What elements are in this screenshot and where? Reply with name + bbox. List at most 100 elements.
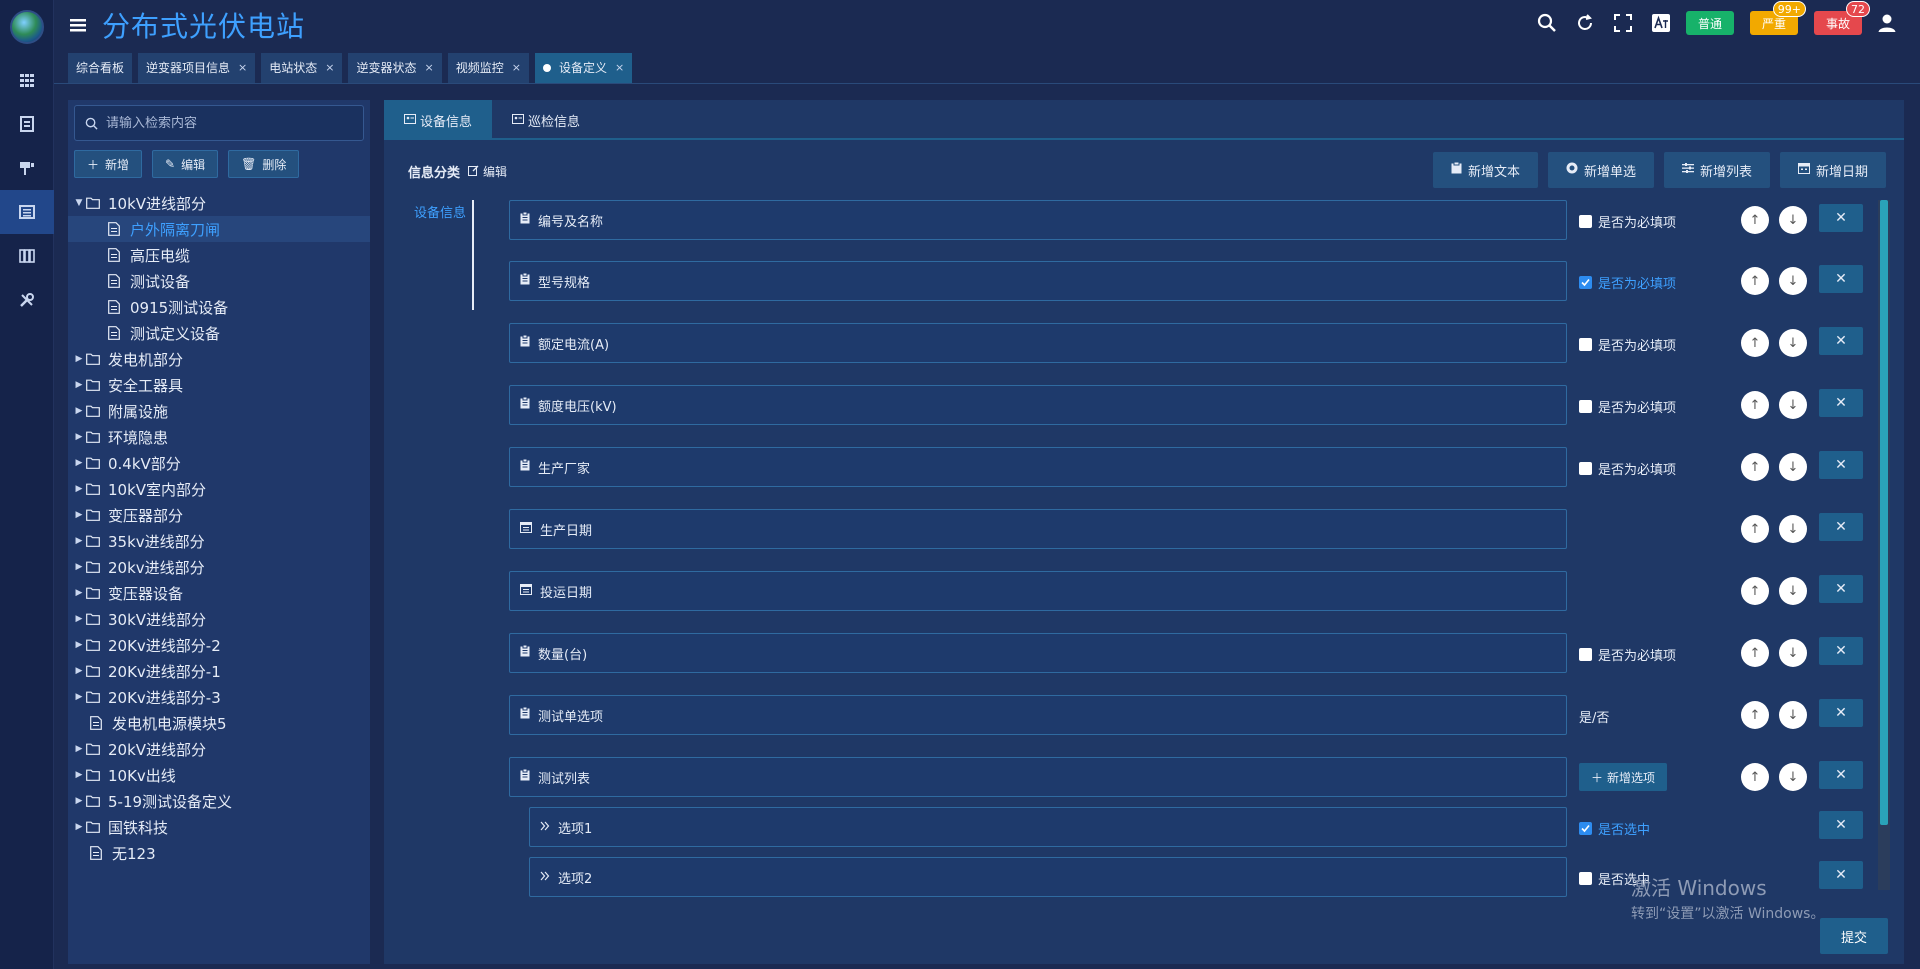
move-up-arrow-icon[interactable]: ↑ — [1741, 329, 1769, 357]
tab-close-icon[interactable]: × — [615, 61, 624, 74]
tree-node[interactable]: ▶ 20Kv进线部分-2 — [68, 632, 370, 658]
nav-report-icon[interactable] — [0, 102, 54, 146]
move-up-arrow-icon[interactable]: ↑ — [1741, 763, 1769, 791]
move-down-arrow-icon[interactable]: ↓ — [1779, 453, 1807, 481]
tree-node[interactable]: ▶ 5-19测试设备定义 — [68, 788, 370, 814]
checkbox-checked-icon[interactable] — [1579, 822, 1592, 835]
field-input-box[interactable]: 测试列表 — [509, 757, 1567, 797]
delete-field-close-icon[interactable]: ✕ — [1819, 811, 1863, 839]
tree-node[interactable]: ▶ 附属设施 — [68, 398, 370, 424]
tree-node[interactable]: ▶ 30kV进线部分 — [68, 606, 370, 632]
delete-field-close-icon[interactable]: ✕ — [1819, 204, 1863, 232]
hamburger-menu-icon[interactable] — [70, 17, 88, 33]
checkbox-empty-icon[interactable] — [1579, 400, 1592, 413]
tree-node[interactable]: ▶ 20kv进线部分 — [68, 554, 370, 580]
caret-right-icon[interactable]: ▶ — [72, 822, 86, 832]
required-checkbox[interactable]: 是否选中 — [1579, 819, 1650, 838]
tree-edit-button[interactable]: ✎ 编辑 — [152, 150, 219, 178]
tree-node[interactable]: 发电机电源模块5 — [68, 710, 370, 736]
checkbox-empty-icon[interactable] — [1579, 462, 1592, 475]
move-down-arrow-icon[interactable]: ↓ — [1779, 267, 1807, 295]
delete-field-close-icon[interactable]: ✕ — [1819, 575, 1863, 603]
alert-severe-button[interactable]: 严重 99+ — [1749, 1, 1806, 35]
tab-inspection-info[interactable]: 巡检信息 — [492, 100, 600, 140]
required-checkbox[interactable]: 是否为必填项 — [1579, 645, 1676, 664]
tree-node[interactable]: ▼ 10kV进线部分 — [68, 190, 370, 216]
required-checkbox[interactable]: 是否为必填项 — [1579, 273, 1676, 292]
move-down-arrow-icon[interactable]: ↓ — [1779, 639, 1807, 667]
caret-down-icon[interactable]: ▼ — [72, 198, 86, 208]
tree-node[interactable]: ▶ 发电机部分 — [68, 346, 370, 372]
caret-right-icon[interactable]: ▶ — [72, 354, 86, 364]
caret-right-icon[interactable]: ▶ — [72, 536, 86, 546]
caret-right-icon[interactable]: ▶ — [72, 432, 86, 442]
move-up-arrow-icon[interactable]: ↑ — [1741, 515, 1769, 543]
search-icon[interactable] — [1534, 10, 1560, 36]
category-edit-button[interactable]: 编辑 — [468, 163, 507, 180]
checkbox-empty-icon[interactable] — [1579, 872, 1592, 885]
caret-right-icon[interactable]: ▶ — [72, 484, 86, 494]
alert-accident-button[interactable]: 事故 72 — [1813, 1, 1870, 35]
move-up-arrow-icon[interactable]: ↑ — [1741, 701, 1769, 729]
tab-3[interactable]: 逆变器状态 × — [348, 52, 442, 83]
tree-add-button[interactable]: ＋ 新增 — [74, 150, 143, 178]
tree-node[interactable]: ▶ 安全工器具 — [68, 372, 370, 398]
tree-node[interactable]: ▶ 国铁科技 — [68, 814, 370, 840]
caret-right-icon[interactable]: ▶ — [72, 458, 86, 468]
tree-delete-button[interactable]: 🗑 删除 — [228, 150, 300, 178]
delete-field-close-icon[interactable]: ✕ — [1819, 265, 1863, 293]
tab-close-icon[interactable]: × — [325, 61, 334, 74]
tab-device-info[interactable]: 设备信息 — [384, 100, 493, 140]
field-input-box[interactable]: 生产日期 — [509, 509, 1567, 549]
delete-field-close-icon[interactable]: ✕ — [1819, 761, 1863, 789]
tree-node[interactable]: ▶ 0.4kV部分 — [68, 450, 370, 476]
nav-monitor-icon[interactable] — [0, 146, 54, 190]
refresh-icon[interactable] — [1572, 10, 1598, 36]
move-up-arrow-icon[interactable]: ↑ — [1741, 639, 1769, 667]
move-up-arrow-icon[interactable]: ↑ — [1741, 391, 1769, 419]
checkbox-checked-icon[interactable] — [1579, 276, 1592, 289]
move-down-arrow-icon[interactable]: ↓ — [1779, 515, 1807, 543]
tree-node[interactable]: ▶ 20kV进线部分 — [68, 736, 370, 762]
field-input-box[interactable]: 选项2 — [529, 857, 1567, 897]
caret-right-icon[interactable]: ▶ — [72, 796, 86, 806]
caret-right-icon[interactable]: ▶ — [72, 588, 86, 598]
delete-field-close-icon[interactable]: ✕ — [1819, 861, 1863, 889]
user-avatar-icon[interactable] — [1874, 10, 1900, 36]
category-item-device-info[interactable]: 设备信息 — [414, 202, 472, 221]
nav-device-definition-icon[interactable] — [0, 190, 54, 234]
move-down-arrow-icon[interactable]: ↓ — [1779, 701, 1807, 729]
tab-4[interactable]: 视频监控 × — [447, 52, 529, 83]
delete-field-close-icon[interactable]: ✕ — [1819, 451, 1863, 479]
tab-2[interactable]: 电站状态 × — [261, 52, 343, 83]
tab-close-icon[interactable]: × — [512, 61, 521, 74]
add-radio-button[interactable]: 新增单选 — [1547, 152, 1654, 188]
move-down-arrow-icon[interactable]: ↓ — [1779, 206, 1807, 234]
translate-icon[interactable] — [1648, 10, 1674, 36]
caret-right-icon[interactable]: ▶ — [72, 640, 86, 650]
nav-library-icon[interactable] — [0, 234, 54, 278]
nav-tools-icon[interactable] — [0, 278, 54, 322]
caret-right-icon[interactable]: ▶ — [72, 406, 86, 416]
tree-node[interactable]: 0915测试设备 — [68, 294, 370, 320]
field-input-box[interactable]: 生产厂家 — [509, 447, 1567, 487]
field-input-box[interactable]: 型号规格 — [509, 261, 1567, 301]
tree-search-box[interactable] — [74, 105, 364, 141]
tree-node[interactable]: ▶ 20Kv进线部分-1 — [68, 658, 370, 684]
move-up-arrow-icon[interactable]: ↑ — [1741, 267, 1769, 295]
tree-node[interactable]: 无123 — [68, 840, 370, 866]
required-checkbox[interactable]: 是否为必填项 — [1579, 335, 1676, 354]
tab-0[interactable]: 综合看板 — [68, 52, 133, 83]
caret-right-icon[interactable]: ▶ — [72, 510, 86, 520]
field-input-box[interactable]: 额定电流(A) — [509, 323, 1567, 363]
tree-node[interactable]: ▶ 20Kv进线部分-3 — [68, 684, 370, 710]
move-up-arrow-icon[interactable]: ↑ — [1741, 453, 1769, 481]
move-down-arrow-icon[interactable]: ↓ — [1779, 763, 1807, 791]
delete-field-close-icon[interactable]: ✕ — [1819, 637, 1863, 665]
checkbox-empty-icon[interactable] — [1579, 215, 1592, 228]
field-input-box[interactable]: 数量(台) — [509, 633, 1567, 673]
required-checkbox[interactable]: 是否为必填项 — [1579, 397, 1676, 416]
field-input-box[interactable]: 选项1 — [529, 807, 1567, 847]
move-up-arrow-icon[interactable]: ↑ — [1741, 577, 1769, 605]
move-down-arrow-icon[interactable]: ↓ — [1779, 329, 1807, 357]
